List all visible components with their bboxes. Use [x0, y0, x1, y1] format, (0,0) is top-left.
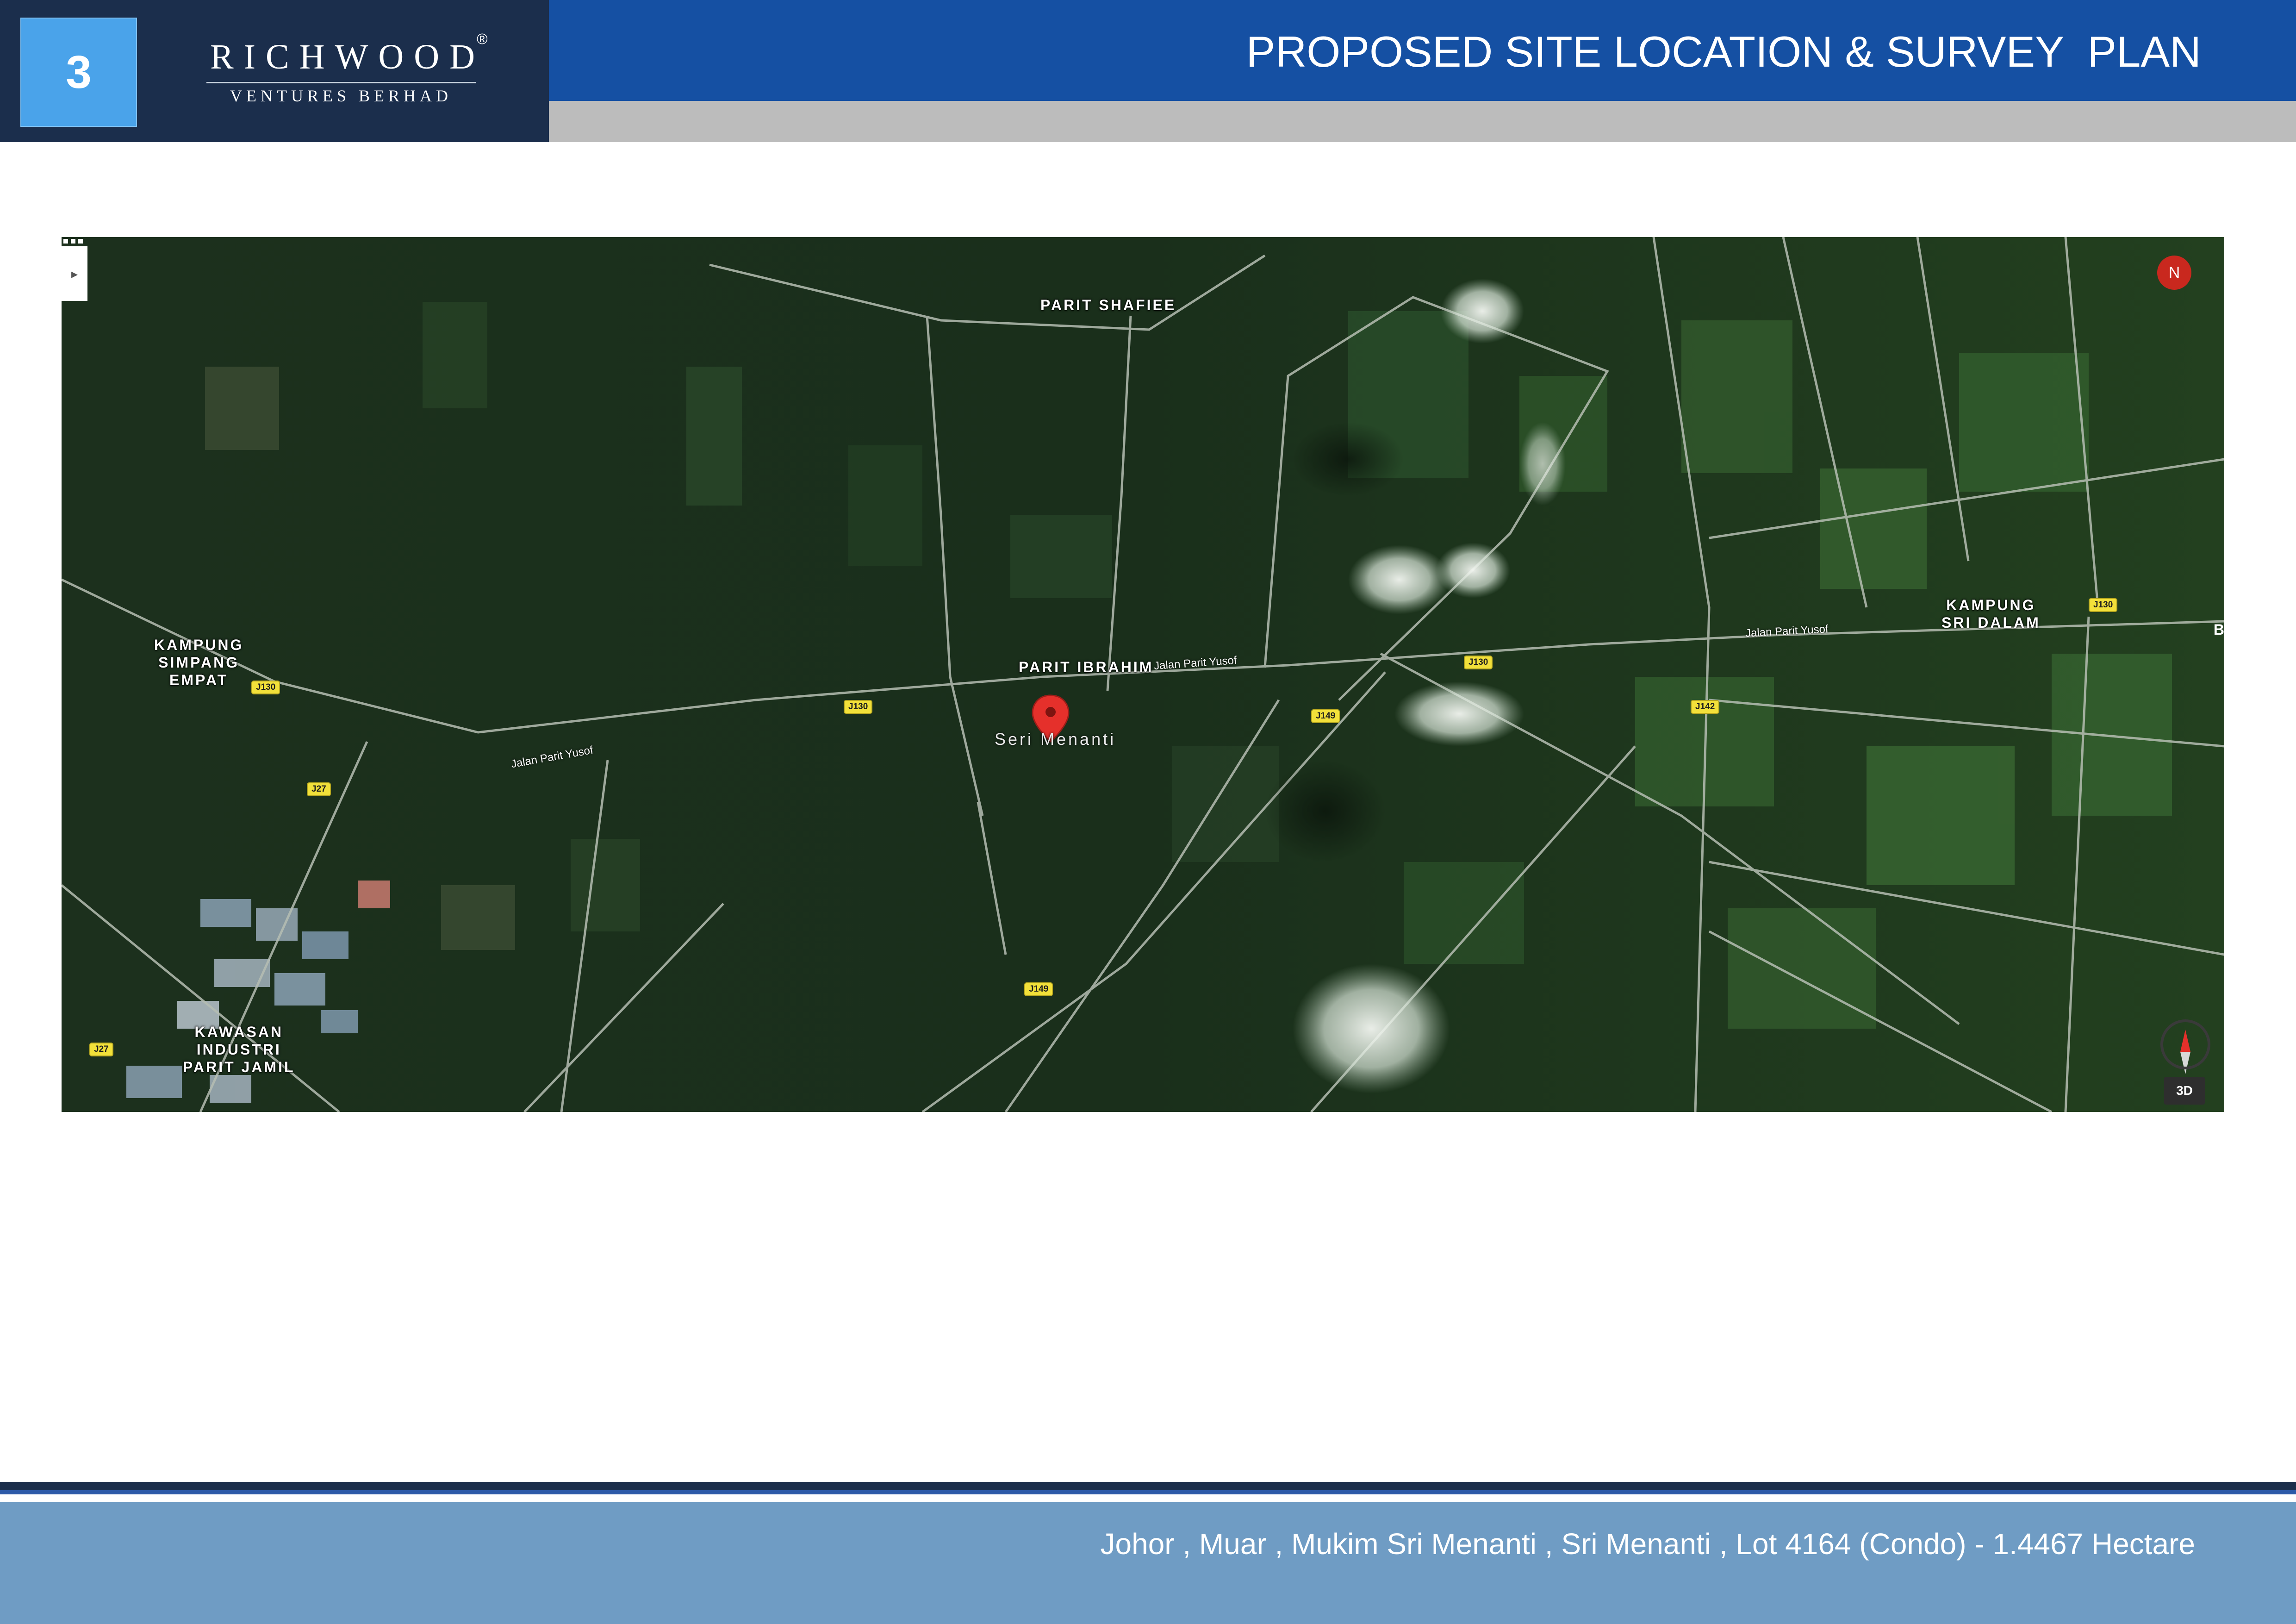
page-number-badge: 3 [20, 18, 137, 127]
route-shield: J27 [307, 782, 331, 796]
route-shield: J27 [89, 1043, 113, 1056]
apps-grid-icon[interactable] [62, 237, 85, 260]
footer-divider [0, 1482, 2296, 1490]
compass-icon[interactable] [2160, 1019, 2210, 1069]
route-shield: J130 [1464, 656, 1493, 669]
brand-divider [206, 82, 476, 83]
label-kampung-sri-dalam: KAMPUNG SRI DALAM [1941, 597, 2041, 631]
footer-bar [0, 1502, 2296, 1624]
satellite-map[interactable]: ▸ PARIT SHAFIEE PARIT IBRAHIM KAMPUNG SI… [62, 237, 2224, 1112]
view-3d-button[interactable]: 3D [2164, 1077, 2205, 1105]
route-shield: J142 [1691, 700, 1720, 714]
chevron-right-icon: ▸ [71, 266, 78, 281]
brand-tagline: VENTURES BERHAD [230, 87, 452, 105]
registered-mark: ® [477, 31, 488, 47]
title-bar: PROPOSED SITE LOCATION & SURVEY PLAN [549, 0, 2296, 101]
label-kampung-simpang-empat: KAMPUNG SIMPANG EMPAT [154, 637, 244, 688]
route-shield: J130 [844, 700, 873, 714]
header-accent-strip [549, 101, 2296, 142]
label-map-edge: B [2213, 621, 2224, 638]
label-kawasan-industri: KAWASAN INDUSTRI PARIT JAMIL [183, 1024, 295, 1075]
marker-label: Seri Menanti [995, 730, 1116, 749]
route-shield: J149 [1024, 982, 1053, 996]
brand-panel: 3 RICHWOOD ® VENTURES BERHAD [0, 0, 549, 142]
route-shield: J149 [1311, 709, 1340, 723]
page-title: PROPOSED SITE LOCATION & SURVEY PLAN [1246, 27, 2201, 76]
label-parit-ibrahim: PARIT IBRAHIM [1019, 659, 1154, 675]
site-address: Johor , Muar , Mukim Sri Menanti , Sri M… [1100, 1527, 2196, 1561]
footer-accent-line [0, 1490, 2296, 1494]
brand-logo-name: RICHWOOD [210, 37, 485, 76]
account-avatar[interactable]: N [2157, 256, 2191, 290]
route-shield: J130 [251, 681, 280, 694]
route-shield: J130 [2089, 598, 2118, 612]
label-parit-shafiee: PARIT SHAFIEE [1040, 297, 1176, 313]
